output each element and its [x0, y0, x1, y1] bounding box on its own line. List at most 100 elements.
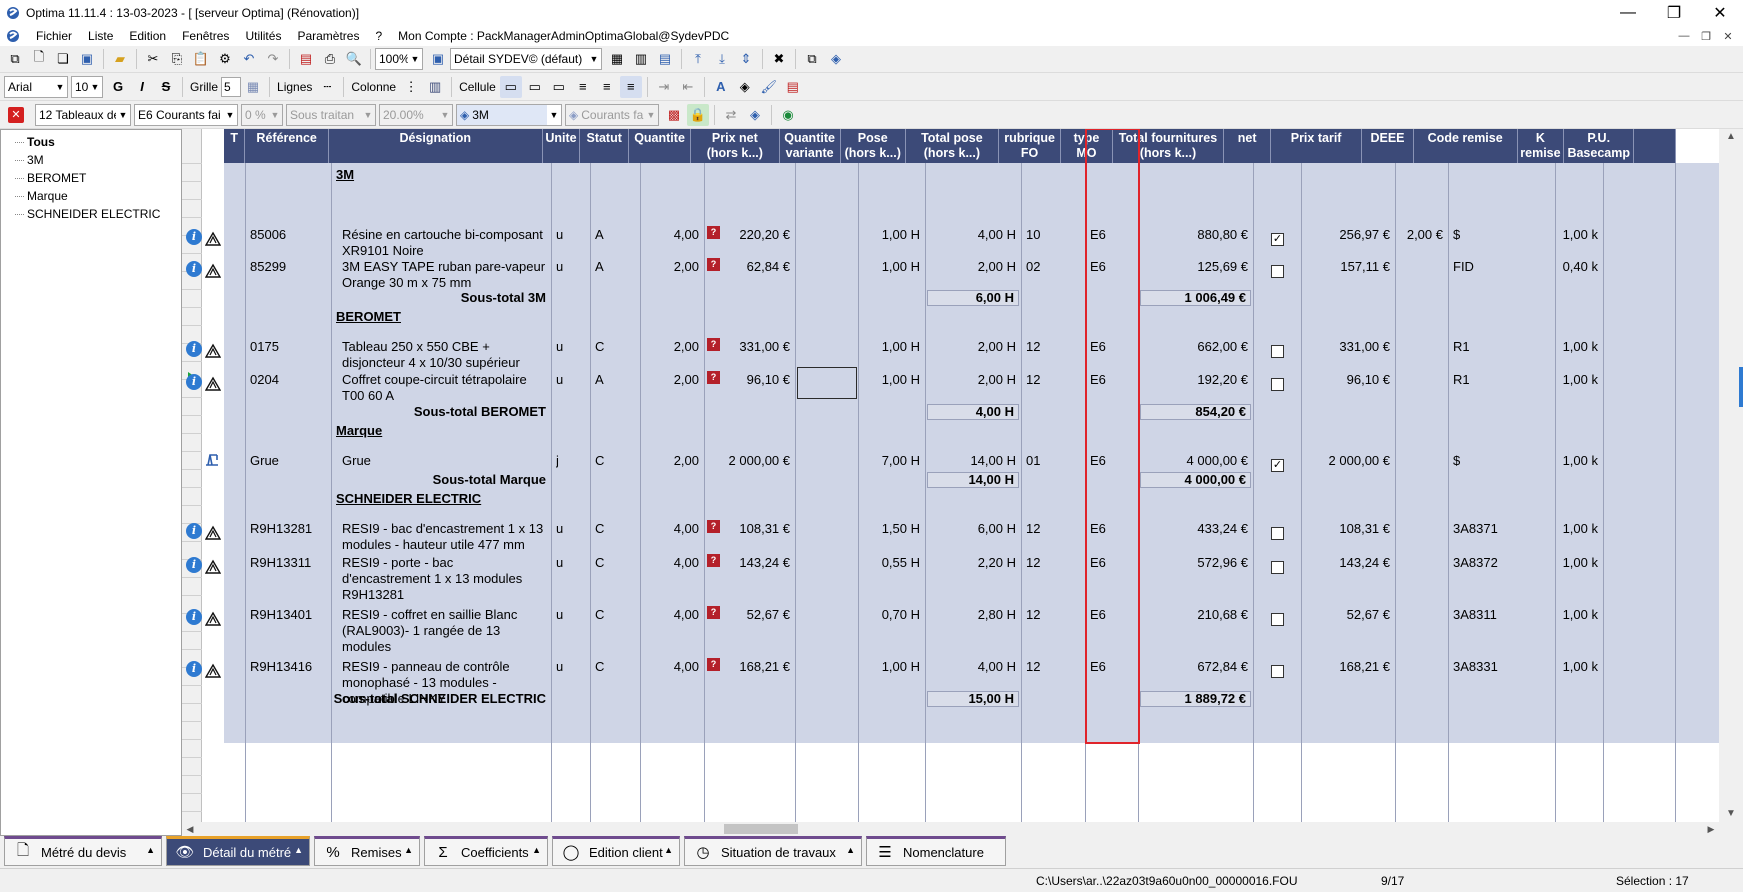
cell-status[interactable]: C: [595, 339, 639, 355]
bold-button[interactable]: G: [107, 76, 129, 98]
brand-select[interactable]: ◈ 3M ▼: [456, 103, 562, 126]
cell-reference[interactable]: R9H13401: [250, 607, 330, 623]
cell-pose[interactable]: 1,00 H: [859, 372, 920, 388]
indent-decrease-icon[interactable]: ⇤: [677, 76, 699, 98]
cell-reference[interactable]: 85299: [250, 259, 330, 275]
menu-parametres[interactable]: Paramètres: [289, 29, 367, 43]
info-icon[interactable]: i: [186, 609, 202, 625]
cell-reference[interactable]: 85006: [250, 227, 330, 243]
cell-type-mo[interactable]: E6: [1090, 259, 1137, 275]
tab-menu-caret-icon[interactable]: ▲: [532, 845, 541, 855]
cell-prix-tarif[interactable]: 256,97 €: [1302, 227, 1390, 243]
cell-unit[interactable]: u: [556, 227, 589, 243]
tree-item-all[interactable]: Tous: [1, 133, 181, 151]
warning-triangle-icon[interactable]: [205, 559, 221, 575]
columns-edit-icon[interactable]: ▥: [630, 48, 652, 70]
warning-triangle-icon[interactable]: [205, 663, 221, 679]
tab-remises[interactable]: % Remises ▲: [314, 836, 420, 866]
info-icon[interactable]: i: [186, 557, 202, 573]
scroll-left-icon[interactable]: ◀: [182, 822, 198, 836]
cell-total-pose[interactable]: 4,00 H: [926, 659, 1016, 675]
info-icon[interactable]: i: [186, 341, 202, 357]
cell-type-mo[interactable]: E6: [1090, 607, 1137, 623]
cell-code-remise[interactable]: $: [1453, 453, 1554, 469]
close-button[interactable]: ✕: [1697, 0, 1743, 26]
font-select[interactable]: Arial ▼: [4, 75, 68, 98]
warning-triangle-icon[interactable]: [205, 231, 221, 247]
cell-unit[interactable]: u: [556, 659, 589, 675]
cell-unit[interactable]: u: [556, 555, 589, 571]
shuffle-icon[interactable]: ⇄: [720, 104, 742, 126]
cell-prix-tarif[interactable]: 52,67 €: [1302, 607, 1390, 623]
cell-quantity[interactable]: 2,00: [641, 372, 699, 388]
fill-color-icon[interactable]: ◈: [734, 76, 756, 98]
cell-code-remise[interactable]: R1: [1453, 339, 1554, 355]
cell-reference[interactable]: 0204: [250, 372, 330, 388]
cell-designation[interactable]: Grue: [342, 453, 556, 469]
category-select[interactable]: ◈ Courants fa ▼: [565, 103, 659, 126]
net-checkbox[interactable]: [1271, 527, 1284, 540]
mdi-restore-icon[interactable]: ❐: [1695, 26, 1717, 46]
cell-code-remise[interactable]: FID: [1453, 259, 1554, 275]
tree-item-marque[interactable]: Marque: [1, 187, 181, 205]
cell-unit[interactable]: u: [556, 259, 589, 275]
save-view-icon[interactable]: ▣: [427, 48, 449, 70]
table-row[interactable]: 85299 3M EASY TAPE ruban pare-vapeur Oran…: [224, 255, 1719, 290]
cell-code-remise[interactable]: $: [1453, 227, 1554, 243]
align-right-icon[interactable]: ≡: [619, 75, 642, 98]
cell-prix-tarif[interactable]: 331,00 €: [1302, 339, 1390, 355]
cell-type-mo[interactable]: E6: [1090, 659, 1137, 675]
cell-rubrique-fo[interactable]: 02: [1026, 259, 1084, 275]
subcontract-select[interactable]: Sous traitan ▼: [286, 103, 376, 126]
column-color-icon[interactable]: ▥: [424, 76, 446, 98]
price-warning-icon[interactable]: ?: [707, 371, 720, 384]
refresh-green-icon[interactable]: ◉: [777, 104, 799, 126]
column-header-prix-tarif[interactable]: Prix tarif: [1271, 129, 1363, 163]
mdi-close-icon[interactable]: ✕: [1717, 26, 1739, 46]
tab-m-tr-du-devis[interactable]: 🗋 Métré du devis ▲: [4, 836, 162, 866]
cell-designation[interactable]: Coffret coupe-circuit tétrapolaire T00 6…: [342, 372, 556, 404]
menu-liste[interactable]: Liste: [80, 29, 121, 43]
undo-icon[interactable]: ↶: [238, 48, 260, 70]
cell-total-pose[interactable]: 14,00 H: [926, 453, 1016, 469]
cell-pose[interactable]: 1,00 H: [859, 659, 920, 675]
pdf-icon[interactable]: ▤: [295, 48, 317, 70]
cell-designation[interactable]: RESI9 - bac d'encastrement 1 x 13 module…: [342, 521, 556, 553]
zoom-select[interactable]: 100% ▼: [375, 48, 423, 70]
scroll-down-icon[interactable]: ▼: [1719, 806, 1743, 822]
cell-code-remise[interactable]: 3A8371: [1453, 521, 1554, 537]
menu-help[interactable]: ?: [367, 29, 390, 43]
cell-code-remise[interactable]: R1: [1453, 372, 1554, 388]
group-header-row[interactable]: 3M: [224, 163, 1719, 183]
menu-utilites[interactable]: Utilités: [237, 29, 289, 43]
cell-pose[interactable]: 0,55 H: [859, 555, 920, 571]
warning-triangle-icon[interactable]: [205, 525, 221, 541]
price-warning-icon[interactable]: ?: [707, 520, 720, 533]
cell-k-remise[interactable]: 1,00 k: [1556, 607, 1598, 623]
cell-designation[interactable]: Tableau 250 x 550 CBE + disjoncteur 4 x …: [342, 339, 556, 371]
cell-unit[interactable]: u: [556, 607, 589, 623]
subtotal-row[interactable]: Sous-total BEROMET 4,00 H 854,20 €: [224, 403, 1719, 421]
cell-total-fournitures[interactable]: 662,00 €: [1139, 339, 1248, 355]
cell-pose[interactable]: 1,50 H: [859, 521, 920, 537]
column-header-total-fourn[interactable]: Total fournitures (hors k...): [1113, 129, 1225, 163]
table-row[interactable]: R9H13281 RESI9 - bac d'encastrement 1 x 1…: [224, 517, 1719, 553]
redo-icon[interactable]: ↷: [262, 48, 284, 70]
lines-style-icon[interactable]: ┄: [316, 76, 338, 98]
cell-reference[interactable]: 0175: [250, 339, 330, 355]
net-checkbox[interactable]: [1271, 561, 1284, 574]
scroll-up-icon[interactable]: ▲: [1719, 129, 1743, 145]
cell-type-mo[interactable]: E6: [1090, 227, 1137, 243]
new-document-icon[interactable]: 🗋: [28, 48, 50, 70]
cell-type-mo[interactable]: E6: [1090, 521, 1137, 537]
column-header-qty-var[interactable]: Quantite variante: [780, 129, 841, 163]
table-row[interactable]: 0204 Coffret coupe-circuit tétrapolaire T…: [224, 368, 1719, 404]
warning-triangle-icon[interactable]: [205, 343, 221, 359]
cell-net-price[interactable]: 2 000,00 €: [705, 453, 790, 469]
cell-quantity[interactable]: 4,00: [641, 555, 699, 571]
table-row[interactable]: R9H13401 RESI9 - coffret en saillie Blanc…: [224, 603, 1719, 655]
cell-total-pose[interactable]: 2,00 H: [926, 259, 1016, 275]
move-updown-icon[interactable]: ⇕: [735, 48, 757, 70]
cell-designation[interactable]: RESI9 - porte - bac d'encastrement 1 x 1…: [342, 555, 556, 603]
tab-menu-caret-icon[interactable]: ▲: [404, 845, 413, 855]
